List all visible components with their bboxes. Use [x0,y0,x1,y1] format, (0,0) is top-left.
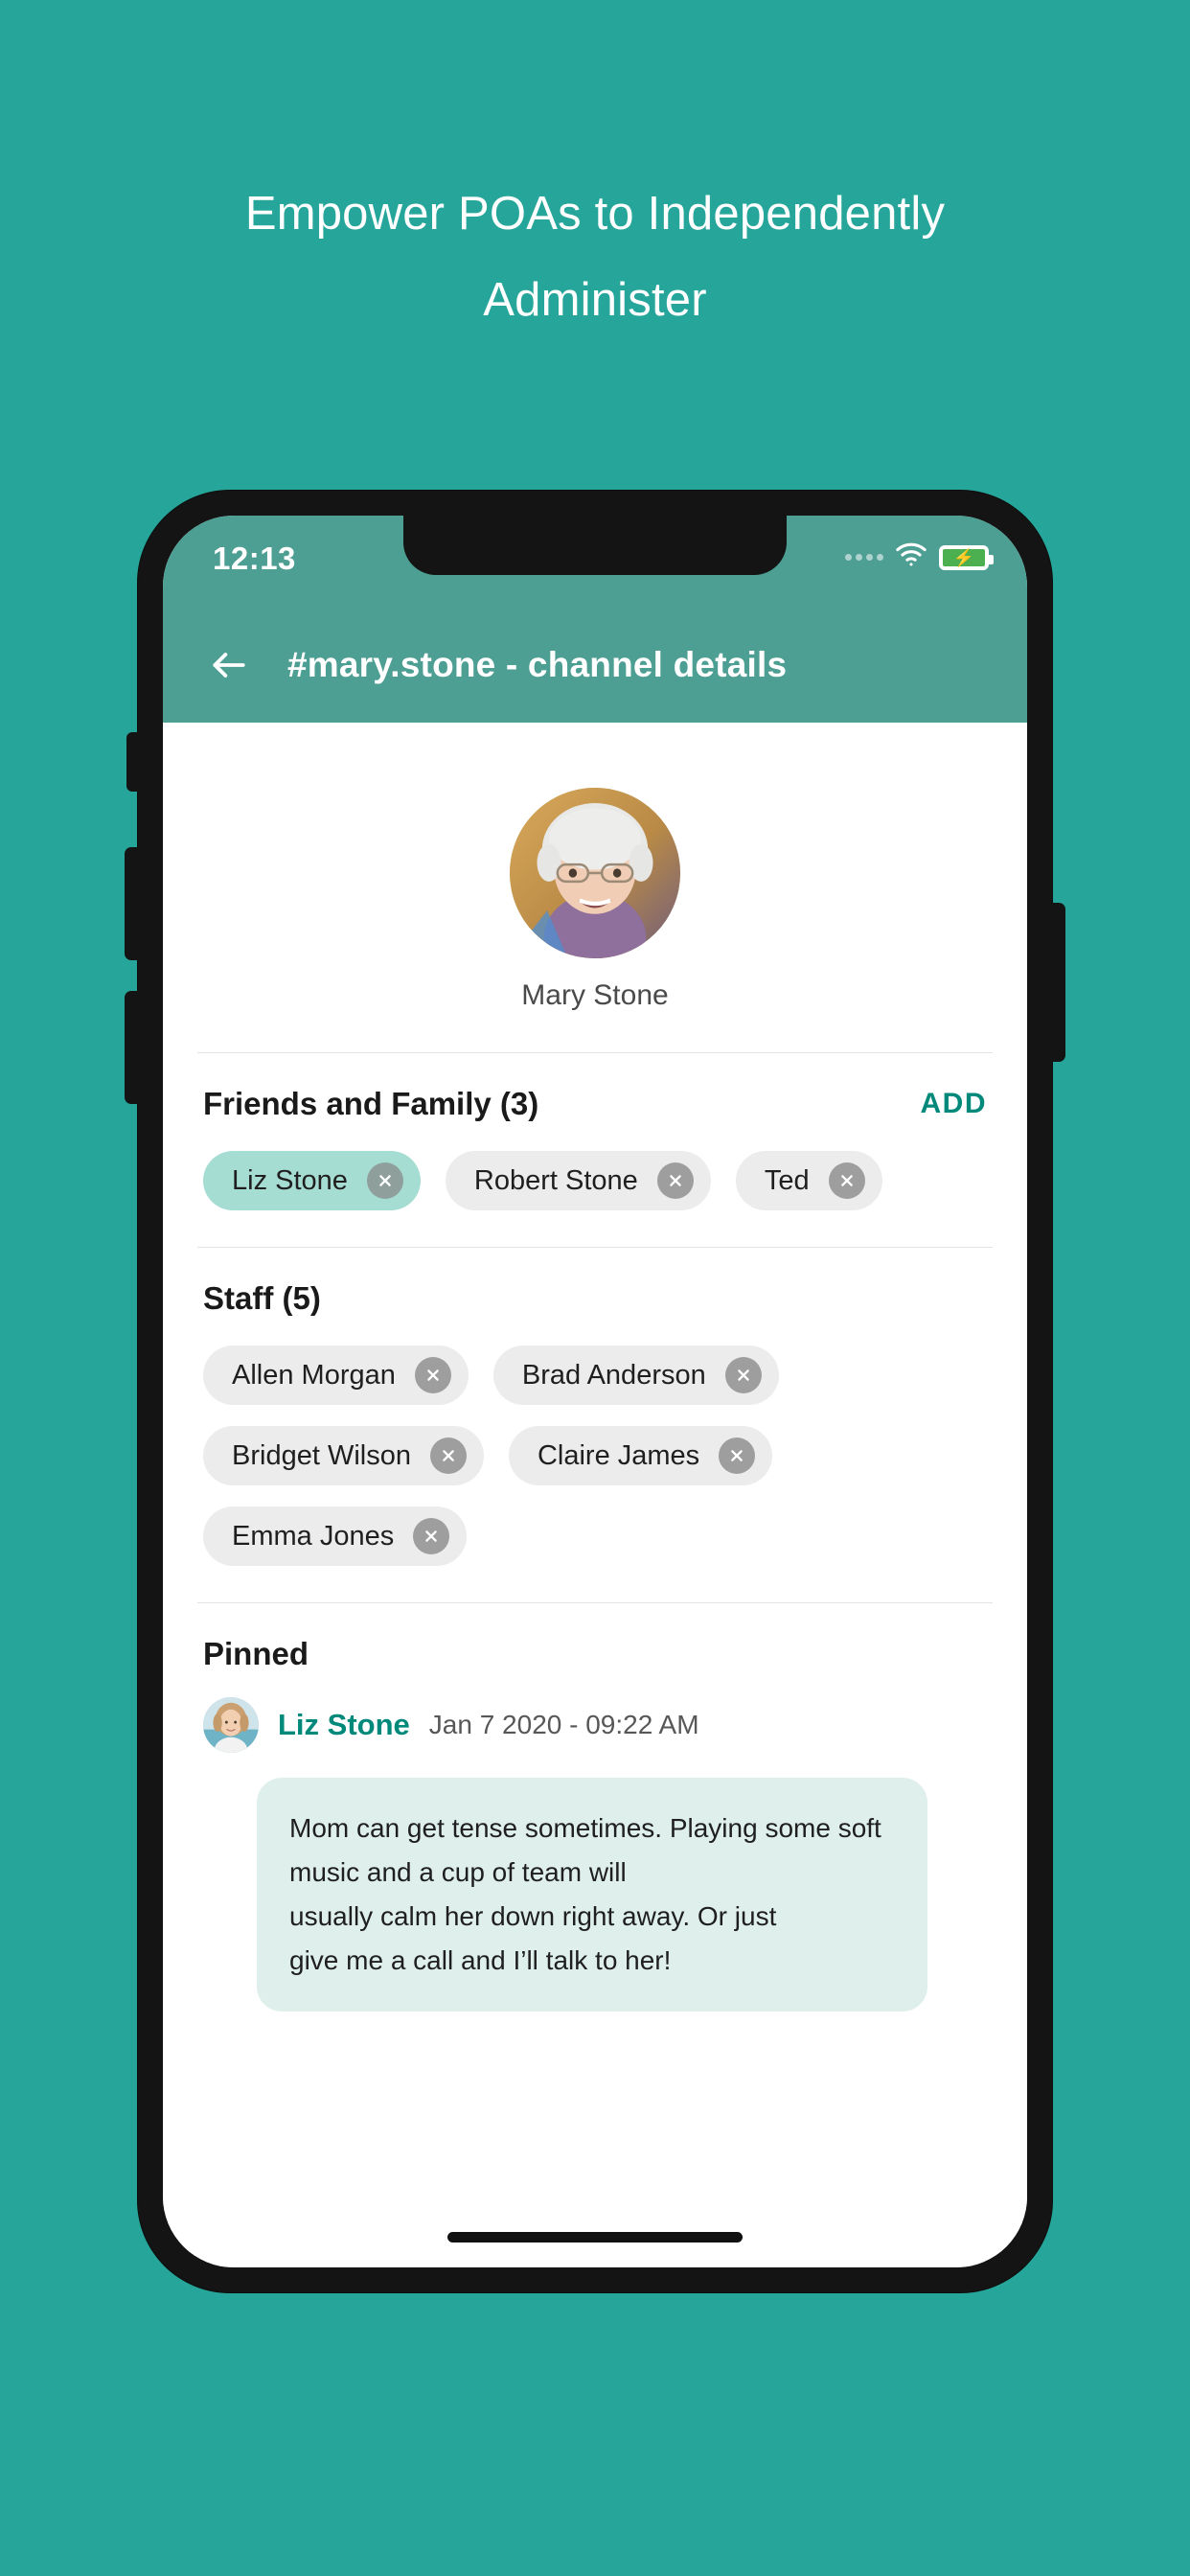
friends-and-family-section: Friends and Family (3) ADD Liz Stone Rob… [163,1053,1027,1247]
chip-label: Emma Jones [232,1520,395,1552]
battery-charging-icon: ⚡ [939,544,994,570]
message-line: usually calm her down right away. Or jus… [289,1901,777,1931]
home-indicator[interactable] [447,2232,743,2242]
page-title: #mary.stone - channel details [287,645,788,684]
app-bar: #mary.stone - channel details [163,608,1027,723]
remove-icon[interactable] [413,1518,450,1554]
chip-label: Allen Morgan [232,1359,396,1391]
chip-label: Claire James [537,1439,700,1471]
pinned-section-title: Pinned [203,1636,309,1671]
channel-details-content: Mary Stone Friends and Family (3) ADD Li… [163,723,1027,2267]
message-line: Mom can get tense sometimes. Playing som… [289,1813,881,1843]
chip-robert-stone[interactable]: Robert Stone [445,1151,711,1210]
staff-section-title: Staff (5) [203,1280,321,1316]
friends-chip-list: Liz Stone Robert Stone Ted [203,1151,987,1239]
pinned-message-bubble: Mom can get tense sometimes. Playing som… [257,1778,927,2012]
mute-switch-button[interactable] [126,732,140,792]
volume-up-button[interactable] [125,847,140,960]
status-bar: 12:13 ⚡ [163,516,1027,608]
signal-dots-icon [845,554,883,561]
phone-device-mockup: 12:13 ⚡ #mary.stone - channel details Ma… [125,491,1065,2292]
phone-screen: 12:13 ⚡ #mary.stone - channel details Ma… [163,516,1027,2267]
profile-name: Mary Stone [521,979,669,1011]
volume-down-button[interactable] [125,991,140,1104]
remove-icon[interactable] [414,1357,451,1393]
staff-section-header: Staff (5) [203,1280,987,1317]
remove-icon[interactable] [429,1438,467,1474]
chip-label: Bridget Wilson [232,1439,411,1471]
pinned-message-header: Liz Stone Jan 7 2020 - 09:22 AM [203,1697,987,1753]
chip-ted[interactable]: Ted [735,1151,882,1210]
add-friend-button[interactable]: ADD [921,1088,988,1120]
remove-icon[interactable] [656,1162,694,1199]
promo-headline: Empower POAs to Independently Administer [244,188,946,326]
status-icons: ⚡ [845,542,994,572]
remove-icon[interactable] [366,1162,403,1199]
notch [403,516,787,575]
mary-stone-avatar [510,788,680,958]
chip-allen-morgan[interactable]: Allen Morgan [203,1346,469,1405]
back-arrow-icon[interactable] [203,639,255,691]
friends-section-title: Friends and Family (3) [203,1086,539,1121]
wifi-icon [895,542,927,572]
power-button[interactable] [1050,903,1065,1062]
message-line: give me a call and I’ll talk to her! [289,1945,672,1975]
friends-section-header: Friends and Family (3) ADD [203,1086,987,1122]
chip-brad-anderson[interactable]: Brad Anderson [492,1346,779,1405]
status-time: 12:13 [213,540,296,576]
remove-icon[interactable] [828,1162,865,1199]
chip-liz-stone[interactable]: Liz Stone [203,1151,421,1210]
remove-icon[interactable] [719,1438,756,1474]
staff-chip-list: Allen Morgan Brad Anderson Bridget Wilso… [203,1346,987,1595]
remove-icon[interactable] [724,1357,762,1393]
chip-label: Liz Stone [232,1164,348,1196]
chip-claire-james[interactable]: Claire James [508,1426,773,1485]
chip-label: Ted [764,1164,810,1196]
chip-label: Robert Stone [473,1164,638,1196]
chip-label: Brad Anderson [521,1359,706,1391]
pinned-section: Pinned Liz Stone Jan 7 2020 - 09:22 AM M… [163,1603,1027,2012]
liz-stone-avatar [203,1697,259,1753]
pinned-message-author: Liz Stone [278,1708,410,1741]
staff-section: Staff (5) Allen Morgan Brad Anderson Bri… [163,1248,1027,1602]
message-line: music and a cup of team will [289,1857,627,1887]
profile-block: Mary Stone [163,723,1027,1052]
chip-bridget-wilson[interactable]: Bridget Wilson [203,1426,484,1485]
chip-emma-jones[interactable]: Emma Jones [203,1506,468,1566]
pinned-message-timestamp: Jan 7 2020 - 09:22 AM [428,1710,699,1739]
